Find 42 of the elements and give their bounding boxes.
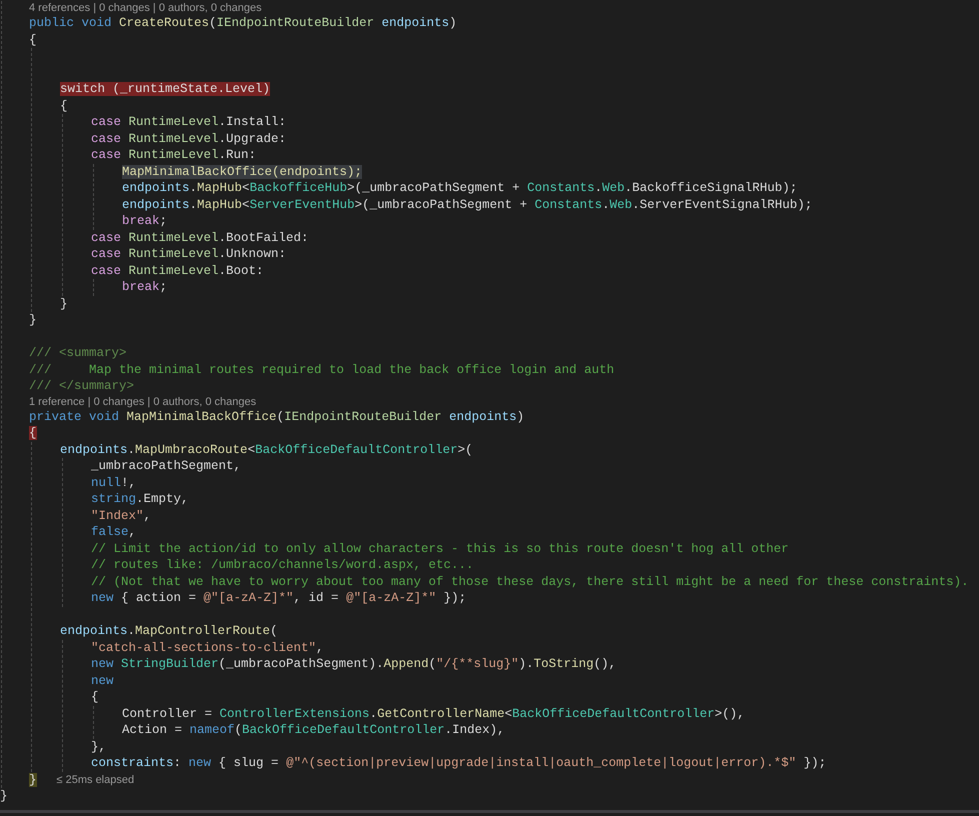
code-line: {: [91, 689, 99, 706]
code-line: _umbracoPathSegment,: [91, 458, 242, 474]
code-line: // routes like: /umbraco/channels/word.aspx, etc...: [91, 557, 474, 574]
code-line: public void CreateRoutes(IEndpointRouteBuilder endpoints): [29, 15, 457, 32]
code-lens-info[interactable]: 4 references | 0 changes | 0 authors, 0 changes: [29, 2, 262, 14]
elapsed-time-hint: ≤ 25ms elapsed: [56, 774, 134, 786]
code-line: case RuntimeLevel.BootFailed:: [91, 230, 309, 246]
code-line: new { action = @"[a-zA-Z]*", id = @"[a-zA-Z]*" });: [91, 590, 466, 606]
code-line: // (Not that we have to worry about too many of those these days, there still might be a need for these constraints).: [91, 574, 969, 590]
code-line: break;: [122, 213, 168, 230]
code-line: /// <summary>: [29, 345, 127, 362]
code-line: },: [91, 738, 106, 755]
code-line: private void MapMinimalBackOffice(IEndpointRouteBuilder endpoints): [29, 408, 524, 425]
code-line: break;: [122, 279, 168, 296]
code-line: /// </summary>: [29, 378, 134, 394]
code-line: }: [60, 296, 68, 312]
code-line: Controller = ControllerExtensions.GetControllerName<BackOfficeDefaultController>(),: [122, 706, 745, 722]
code-line: case RuntimeLevel.Unknown:: [91, 246, 286, 262]
code-line: case RuntimeLevel.Install:: [91, 114, 286, 130]
code-line: case RuntimeLevel.Boot:: [91, 262, 264, 279]
code-line: constraints: new { slug = @"^(section|preview|upgrade|install|oauth_complete|logout|error).*$" });: [91, 755, 826, 772]
code-line: {: [60, 98, 68, 114]
code-line: new: [91, 672, 114, 689]
code-line: "Index",: [91, 508, 152, 524]
code-line: /// Map the minimal routes required to load the back office login and auth: [29, 362, 614, 378]
code-line: {: [29, 32, 37, 48]
code-line: case RuntimeLevel.Upgrade:: [91, 130, 286, 147]
code-line: Action = nameof(BackOfficeDefaultController.Index),: [122, 722, 505, 738]
code-line: }: [29, 312, 37, 328]
code-line: endpoints.MapHub<BackofficeHub>(_umbracoPathSegment + Constants.Web.BackofficeSignalRHub);: [122, 180, 798, 196]
code-line: }: [0, 788, 8, 804]
code-line: "catch-all-sections-to-client",: [91, 640, 324, 656]
code-lens-info[interactable]: 1 reference | 0 changes | 0 authors, 0 changes: [29, 396, 256, 408]
code-line: null!,: [91, 474, 136, 491]
code-line: case RuntimeLevel.Run:: [91, 147, 256, 164]
code-line: endpoints.MapControllerRoute(: [60, 623, 278, 640]
code-line: new StringBuilder(_umbracoPathSegment).Append("/{**slug}").ToString(),: [91, 656, 616, 672]
code-line: // Limit the action/id to only allow characters - this is so this route doesn't hog all other: [91, 540, 789, 557]
code-line: false,: [91, 524, 136, 540]
code-line: string.Empty,: [91, 491, 189, 508]
code-line: endpoints.MapUmbracoRoute<BackOfficeDefaultController>(: [60, 442, 473, 458]
code-line: endpoints.MapHub<ServerEventHub>(_umbracoPathSegment + Constants.Web.ServerEventSignalRHub);: [122, 196, 812, 213]
